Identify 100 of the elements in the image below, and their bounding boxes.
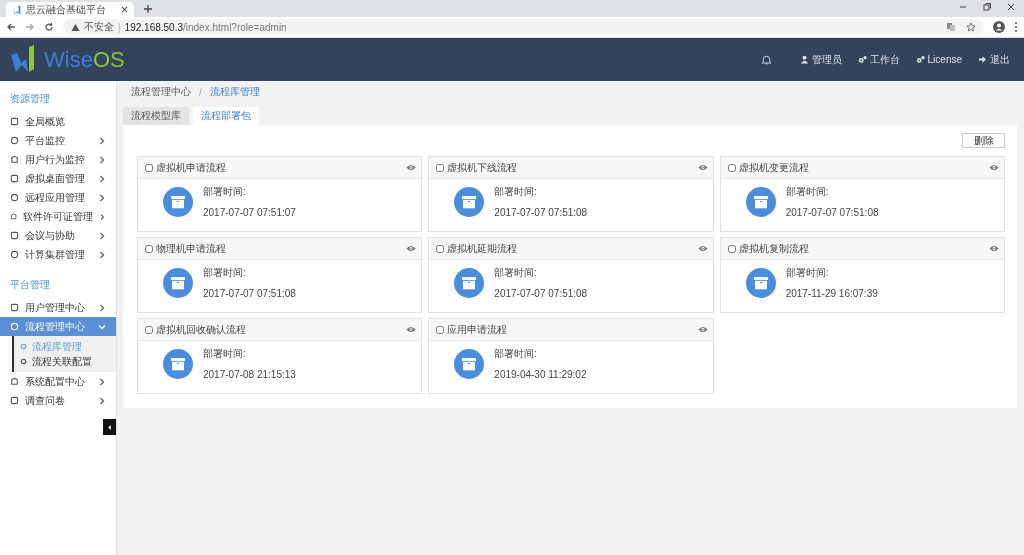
- gears-icon: [915, 55, 925, 64]
- deploy-time-label: 部署时间:: [494, 185, 539, 199]
- forward-arrow-icon[interactable]: [25, 22, 35, 32]
- menu-item-icon: [10, 231, 19, 240]
- deploy-time: 2017-07-07 07:51:08: [494, 288, 588, 299]
- deploy-time: 2017-11-29 16:07:39: [785, 288, 878, 299]
- sidebar-item[interactable]: 平台监控: [0, 131, 116, 150]
- card-title: 虚拟机复制流程: [738, 241, 809, 256]
- deploy-time-label: 部署时间:: [203, 185, 247, 199]
- browser-tab[interactable]: 思云融合基础平台: [6, 2, 134, 17]
- checkbox[interactable]: [145, 325, 153, 334]
- warning-icon: [71, 22, 80, 32]
- translate-icon[interactable]: [946, 22, 956, 32]
- deploy-time-label: 部署时间:: [785, 185, 830, 199]
- tab[interactable]: 流程部署包: [193, 107, 259, 125]
- url-text: 192.168.50.3/index.html?role=admin: [124, 21, 287, 33]
- checkbox[interactable]: [436, 244, 445, 253]
- star-icon[interactable]: [966, 22, 976, 32]
- deploy-time: 2017-07-08 21:15:13: [203, 369, 296, 380]
- eye-icon[interactable]: [406, 164, 417, 171]
- close-icon[interactable]: [1006, 2, 1016, 12]
- close-icon[interactable]: [121, 6, 128, 13]
- card-title: 物理机申请流程: [156, 241, 226, 256]
- eye-icon[interactable]: [406, 245, 417, 252]
- menu-item-icon: [10, 117, 19, 126]
- section-heading: 资源管理: [9, 92, 51, 106]
- header-link[interactable]: 工作台: [857, 52, 900, 67]
- section-heading: 平台管理: [9, 278, 51, 292]
- delete-button[interactable]: 删除: [962, 133, 1005, 148]
- sidebar-item[interactable]: 调查问卷: [0, 391, 116, 410]
- sidebar-item[interactable]: 系统配置中心: [0, 372, 116, 391]
- caret-left-icon: [107, 423, 112, 431]
- security-label: 不安全: [84, 20, 114, 34]
- sidebar-item[interactable]: 远程应用管理: [0, 188, 116, 207]
- back-arrow-icon[interactable]: [6, 22, 16, 32]
- menu-item-icon: [10, 322, 19, 331]
- eye-icon[interactable]: [697, 326, 708, 333]
- archive-box-icon: [454, 267, 485, 298]
- menu-item-icon: [10, 377, 19, 386]
- sidebar-item[interactable]: 计算集群管理: [0, 245, 116, 264]
- checkbox[interactable]: [436, 325, 445, 334]
- checkbox[interactable]: [145, 244, 153, 253]
- checkbox[interactable]: [436, 163, 445, 172]
- new-tab-icon[interactable]: [144, 5, 152, 13]
- checkbox[interactable]: [145, 163, 153, 172]
- menu-item-icon: [10, 212, 18, 221]
- eye-icon[interactable]: [697, 164, 708, 171]
- eye-icon[interactable]: [989, 245, 999, 252]
- deploy-time-label: 部署时间:: [494, 266, 539, 280]
- gears-icon: [857, 55, 867, 64]
- checkbox[interactable]: [727, 244, 736, 253]
- logo-icon: [12, 4, 22, 15]
- archive-box-icon: [745, 267, 776, 298]
- header-link[interactable]: 管理员: [799, 52, 842, 67]
- header-link[interactable]: License: [915, 54, 962, 65]
- circle-icon: [20, 358, 27, 365]
- sidebar-item[interactable]: 用户行为监控: [0, 150, 116, 169]
- sidebar-item[interactable]: 软件许可证管理: [0, 207, 116, 226]
- profile-avatar-icon[interactable]: [993, 21, 1005, 33]
- menu-item-icon: [10, 303, 19, 312]
- menu-item-icon: [10, 193, 19, 202]
- sidebar-item[interactable]: 用户管理中心: [0, 298, 116, 317]
- sidebar-item[interactable]: 全局概览: [0, 112, 116, 131]
- sidebar-item[interactable]: 会议与协助: [0, 226, 116, 245]
- user-icon: [799, 55, 809, 64]
- divider: |: [118, 21, 121, 33]
- submenu-item[interactable]: 流程关联配置: [14, 354, 116, 369]
- deploy-time: 2017-07-07 07:51:08: [203, 288, 296, 299]
- reload-icon[interactable]: [44, 22, 54, 32]
- bell-icon[interactable]: [760, 54, 772, 65]
- deploy-time: 2017-07-07 07:51:08: [785, 207, 879, 218]
- archive-box-icon: [163, 186, 193, 217]
- checkbox[interactable]: [727, 163, 736, 172]
- deploy-time: 2017-07-07 07:51:07: [203, 207, 296, 218]
- deploy-time: 2017-07-07 07:51:08: [494, 207, 588, 218]
- card-title: 虚拟机延期流程: [447, 241, 518, 256]
- address-bar[interactable]: 不安全 | 192.168.50.3/index.html?role=admin: [63, 19, 984, 35]
- card-title: 应用申请流程: [447, 322, 508, 337]
- eye-icon[interactable]: [697, 245, 708, 252]
- card-title: 虚拟机下线流程: [447, 160, 518, 175]
- archive-box-icon: [163, 348, 193, 379]
- sidebar-item[interactable]: 虚拟桌面管理: [0, 169, 116, 188]
- tab-title: 思云融合基础平台: [26, 2, 107, 17]
- tab[interactable]: 流程模型库: [123, 107, 189, 125]
- eye-icon[interactable]: [989, 164, 999, 171]
- deploy-time: 2019-04-30 11:29:02: [494, 369, 587, 380]
- header-link[interactable]: 退出: [978, 52, 1010, 67]
- breadcrumb-link[interactable]: 流程库管理: [209, 85, 260, 99]
- card-title: 虚拟机回收确认流程: [156, 322, 246, 337]
- menu-icon[interactable]: [1014, 21, 1018, 33]
- restore-icon[interactable]: [982, 2, 992, 12]
- card-title: 虚拟机变更流程: [738, 160, 809, 175]
- exit-arrow-icon: [978, 55, 987, 64]
- eye-icon[interactable]: [406, 326, 417, 333]
- breadcrumb-link[interactable]: 流程管理中心: [131, 85, 191, 99]
- collapse-sidebar-button[interactable]: [103, 419, 116, 435]
- archive-box-icon: [454, 348, 485, 379]
- breadcrumb-separator: /: [199, 86, 202, 98]
- deploy-time-label: 部署时间:: [785, 266, 830, 280]
- archive-box-icon: [454, 186, 485, 217]
